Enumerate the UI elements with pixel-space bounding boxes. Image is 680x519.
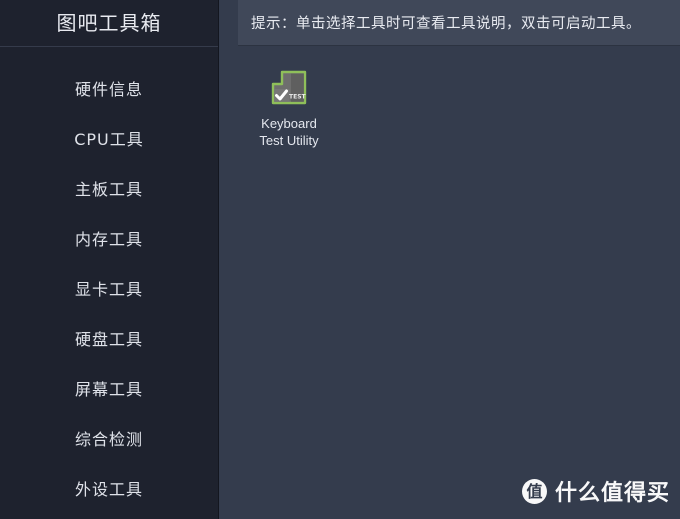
sidebar-item-label: 外设工具 [74, 480, 143, 499]
app-title: 图吧工具箱 [0, 0, 218, 47]
tool-item-keyboard-test-utility[interactable]: TEST Keyboard Test Utility [241, 66, 337, 149]
sidebar-item-label: 主板工具 [74, 180, 143, 199]
sidebar-item-motherboard-tools[interactable]: 主板工具 [0, 165, 218, 215]
sidebar-nav: 硬件信息 CPU工具 主板工具 内存工具 显卡工具 硬盘工具 屏幕工具 综合检测 [0, 47, 218, 515]
tool-item-label-line2: Test Utility [259, 133, 319, 148]
tip-bar: 提示：单击选择工具时可查看工具说明，双击可启动工具。 [238, 0, 680, 46]
sidebar-item-label: 硬件信息 [74, 80, 143, 99]
sidebar-item-hardware-info[interactable]: 硬件信息 [0, 65, 218, 115]
sidebar-divider [0, 46, 218, 47]
sidebar-item-label: 硬盘工具 [74, 330, 143, 349]
sidebar: 图吧工具箱 硬件信息 CPU工具 主板工具 内存工具 显卡工具 硬盘工具 屏幕工… [0, 0, 219, 519]
sidebar-item-label: 显卡工具 [74, 280, 143, 299]
watermark-logo-icon: 值 [521, 478, 547, 504]
icon-badge-text: TEST [289, 94, 307, 101]
content-area: 提示：单击选择工具时可查看工具说明，双击可启动工具。 TEST Keyboard… [219, 0, 680, 519]
sidebar-item-screen-tools[interactable]: 屏幕工具 [0, 365, 218, 415]
tip-text: 提示：单击选择工具时可查看工具说明，双击可启动工具。 [251, 16, 641, 32]
sidebar-item-peripheral-tools[interactable]: 外设工具 [0, 465, 218, 515]
sidebar-item-memory-tools[interactable]: 内存工具 [0, 215, 218, 265]
sidebar-item-label: CPU工具 [74, 130, 144, 149]
tool-item-label: Keyboard Test Utility [259, 115, 318, 149]
sidebar-item-label: 屏幕工具 [74, 380, 143, 399]
sidebar-item-cpu-tools[interactable]: CPU工具 [0, 115, 218, 165]
watermark-text: 什么值得买 [554, 481, 670, 506]
toolbox-window: 图吧工具箱 硬件信息 CPU工具 主板工具 内存工具 显卡工具 硬盘工具 屏幕工… [0, 0, 680, 519]
sidebar-item-label: 内存工具 [74, 230, 143, 249]
sidebar-item-comprehensive-test[interactable]: 综合检测 [0, 415, 218, 465]
watermark: 值 什么值得买 [521, 475, 670, 507]
sidebar-item-label: 综合检测 [74, 430, 143, 449]
tool-item-label-line1: Keyboard [261, 116, 317, 131]
sidebar-item-gpu-tools[interactable]: 显卡工具 [0, 265, 218, 315]
keyboard-test-icon: TEST [269, 70, 309, 108]
sidebar-item-disk-tools[interactable]: 硬盘工具 [0, 315, 218, 365]
tool-icon-grid: TEST Keyboard Test Utility [229, 56, 680, 519]
